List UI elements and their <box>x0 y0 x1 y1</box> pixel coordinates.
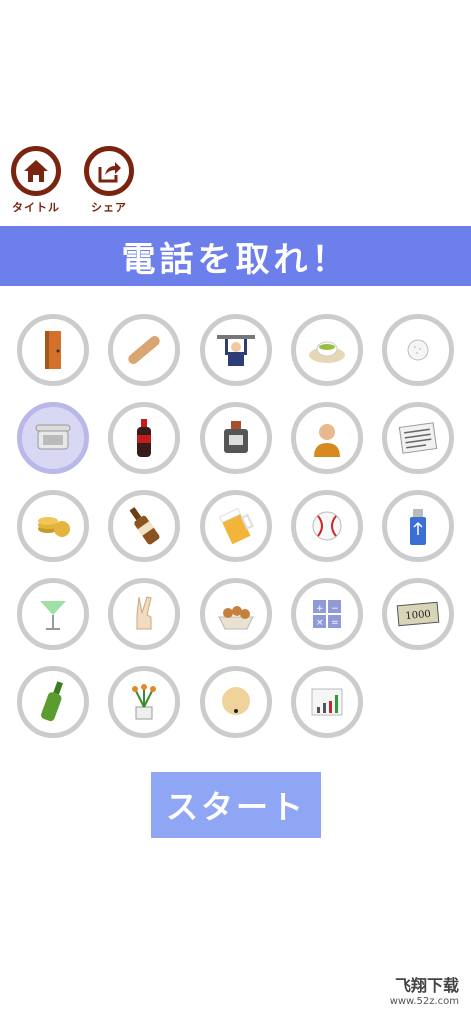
watermark-title: 飞翔下载 <box>394 976 459 995</box>
item-wine-bottle[interactable] <box>17 666 89 738</box>
coins-icon <box>38 517 70 537</box>
usb-drive-icon <box>410 509 426 545</box>
item-businessman[interactable] <box>200 314 272 386</box>
beer-mug-icon <box>219 507 254 545</box>
item-peace-hand[interactable] <box>108 578 180 650</box>
item-banknote[interactable]: 1000 <box>382 578 454 650</box>
item-tea[interactable] <box>291 314 363 386</box>
flower-pot-icon <box>132 684 156 720</box>
item-usb[interactable] <box>382 490 454 562</box>
ink-bottle-icon <box>224 421 248 453</box>
title-button-label: タイトル <box>12 201 60 214</box>
banknote-icon: 1000 <box>396 601 440 627</box>
bald-head-icon <box>222 687 250 715</box>
item-old-man[interactable] <box>291 402 363 474</box>
game-title: 電話を取れ！ <box>121 239 350 280</box>
golf-ball-icon <box>407 339 429 361</box>
svg-text:−: − <box>331 604 339 614</box>
item-coins[interactable] <box>17 490 89 562</box>
item-door[interactable] <box>17 314 89 386</box>
share-icon <box>84 146 134 196</box>
svg-text:+: + <box>316 604 324 614</box>
peace-hand-icon <box>136 596 152 630</box>
wine-bottle-icon <box>41 681 64 722</box>
baguette-icon <box>128 336 160 364</box>
cola-bottle-icon <box>137 419 151 457</box>
share-button[interactable]: シェア <box>81 146 137 215</box>
bar-chart-icon <box>311 688 343 716</box>
takoyaki-icon <box>218 606 254 630</box>
beer-bottle-icon <box>129 507 160 545</box>
svg-text:=: = <box>331 618 339 628</box>
item-baguette[interactable] <box>108 314 180 386</box>
item-calculator[interactable]: + − × = <box>291 578 363 650</box>
watermark-url: www.52z.com <box>389 996 459 1007</box>
item-beer-mug[interactable] <box>200 490 272 562</box>
share-button-label: シェア <box>91 201 127 214</box>
newspaper-icon <box>398 422 438 454</box>
banknote-value: 1000 <box>405 609 431 622</box>
item-golf-ball[interactable] <box>382 314 454 386</box>
telephone-icon <box>35 424 71 450</box>
item-telephone[interactable] <box>17 402 89 474</box>
item-baseball[interactable] <box>291 490 363 562</box>
svg-text:×: × <box>316 618 324 628</box>
watermark: 飞翔下载 www.52z.com <box>390 972 459 1007</box>
item-bar-chart[interactable] <box>291 666 363 738</box>
tea-cup-icon <box>309 341 345 363</box>
item-cocktail[interactable] <box>17 578 89 650</box>
item-cola[interactable] <box>108 402 180 474</box>
item-grid: + − × = 1000 <box>0 312 471 752</box>
item-newspaper[interactable] <box>382 402 454 474</box>
baseball-icon <box>312 511 342 541</box>
item-beer-bottle[interactable] <box>108 490 180 562</box>
game-title-banner: 電話を取れ！ <box>0 226 471 286</box>
item-flower-pot[interactable] <box>108 666 180 738</box>
calculator-icon: + −× = <box>313 600 341 628</box>
title-button[interactable]: タイトル <box>8 146 64 215</box>
businessman-hanging-icon <box>217 335 255 366</box>
item-ink[interactable] <box>200 402 272 474</box>
item-takoyaki[interactable] <box>200 578 272 650</box>
door-icon <box>45 331 61 369</box>
item-bald-head[interactable] <box>200 666 272 738</box>
cocktail-icon <box>40 601 66 630</box>
home-icon <box>11 146 61 196</box>
old-man-icon <box>314 424 340 457</box>
start-button[interactable]: スタート <box>151 772 321 838</box>
